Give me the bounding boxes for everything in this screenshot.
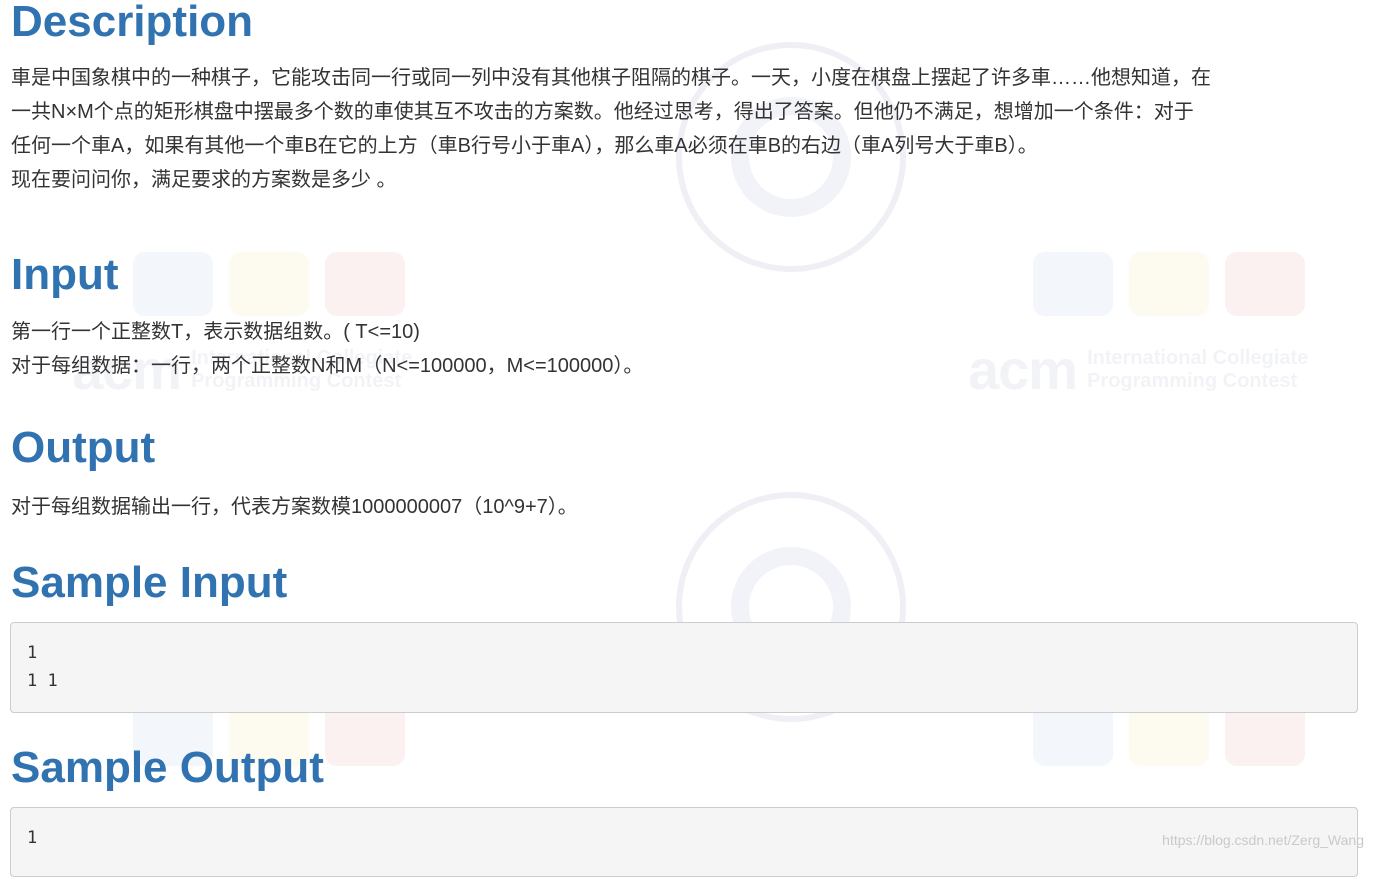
description-line: 任何一个車A，如果有其他一个車B在它的上方（車B行号小于車A），那么車A必须在車… [11,135,1038,157]
output-line: 对于每组数据输出一行，代表方案数模1000000007（10^9+7）。 [11,496,578,518]
sample-output-line: 1 [27,828,38,848]
description-text: 車是中国象棋中的一种棋子，它能攻击同一行或同一列中没有其他棋子阻隔的棋子。一天，… [11,61,1363,197]
blog-url-watermark: https://blog.csdn.net/Zerg_Wang [1162,832,1364,848]
output-text: 对于每组数据输出一行，代表方案数模1000000007（10^9+7）。 [11,490,1363,524]
input-line: 对于每组数据：一行，两个正整数N和M（N<=100000，M<=100000）。 [11,355,644,377]
problem-statement: Description 車是中国象棋中的一种棋子，它能攻击同一行或同一列中没有其… [0,0,1373,877]
sample-input-code-block[interactable]: 11 1 [10,622,1358,713]
input-line: 第一行一个正整数T，表示数据组数。( T<=10) [11,321,420,343]
description-line: 車是中国象棋中的一种棋子，它能攻击同一行或同一列中没有其他棋子阻隔的棋子。一天，… [11,67,1211,89]
sample-input-heading: Sample Input [11,558,288,607]
sample-output-heading: Sample Output [11,743,324,792]
sample-input-line: 1 [27,643,38,663]
output-heading: Output [11,423,156,472]
description-line: 一共N×M个点的矩形棋盘中摆最多个数的車使其互不攻击的方案数。他经过思考，得出了… [11,101,1194,123]
input-text: 第一行一个正整数T，表示数据组数。( T<=10) 对于每组数据：一行，两个正整… [11,315,1363,383]
description-line: 现在要问问你，满足要求的方案数是多少 。 [11,169,397,191]
sample-input-line: 1 1 [27,671,58,691]
description-heading: Description [11,0,254,46]
sample-output-code-block[interactable]: 1 [10,807,1358,877]
input-heading: Input [11,250,119,299]
